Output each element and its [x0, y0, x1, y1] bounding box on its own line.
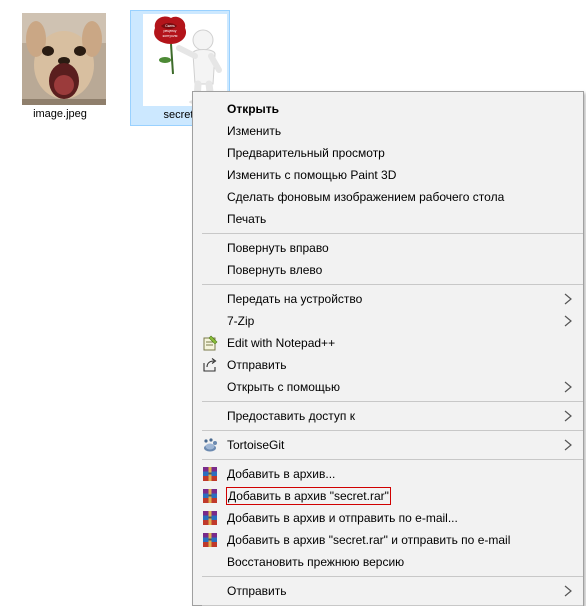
menu-item-label: Повернуть влево	[227, 263, 323, 277]
file-item-image-jpeg[interactable]: image.jpeg	[10, 10, 110, 126]
menu-item-add-to-secret-rar-and-email[interactable]: Добавить в архив "secret.rar" и отправит…	[193, 529, 583, 551]
menu-item-label: Изменить с помощью Paint 3D	[227, 168, 397, 182]
winrar-icon	[203, 533, 217, 547]
menu-item-label: Предварительный просмотр	[227, 146, 385, 160]
menu-item-open-with[interactable]: Открыть с помощью	[193, 376, 583, 398]
menu-separator	[202, 233, 583, 234]
menu-item-label: Добавить в архив "secret.rar" и отправит…	[227, 533, 511, 547]
winrar-icon	[203, 489, 217, 503]
menu-item-edit[interactable]: Изменить	[193, 120, 583, 142]
menu-item-open[interactable]: Открыть	[193, 98, 583, 120]
menu-item-label: Добавить в архив и отправить по e-mail..…	[227, 511, 458, 525]
svg-text:Скинь: Скинь	[165, 24, 175, 28]
chevron-right-icon	[564, 585, 572, 597]
image-thumbnail	[22, 13, 106, 105]
menu-item-label: Восстановить прежнюю версию	[227, 555, 405, 569]
menu-item-add-to-archive-and-email[interactable]: Добавить в архив и отправить по e-mail..…	[193, 507, 583, 529]
notepad-plus-plus-icon	[203, 335, 218, 351]
menu-item-label: Изменить	[227, 124, 282, 138]
menu-item-7zip[interactable]: 7-Zip	[193, 310, 583, 332]
menu-item-tortoisegit[interactable]: TortoiseGit	[193, 434, 583, 456]
menu-separator	[202, 401, 583, 402]
menu-separator	[202, 430, 583, 431]
tortoisegit-icon	[204, 438, 217, 452]
menu-item-cast-to-device[interactable]: Передать на устройство	[193, 288, 583, 310]
file-name: image.jpeg	[33, 108, 87, 120]
menu-separator	[202, 459, 583, 460]
menu-item-label: Добавить в архив "secret.rar"	[226, 487, 391, 505]
menu-item-rotate-right[interactable]: Повернуть вправо	[193, 237, 583, 259]
chevron-right-icon	[564, 410, 572, 422]
menu-item-share[interactable]: Отправить	[193, 354, 583, 376]
menu-item-label: Добавить в архив...	[227, 467, 336, 481]
menu-item-add-to-archive[interactable]: Добавить в архив...	[193, 463, 583, 485]
menu-item-print[interactable]: Печать	[193, 208, 583, 230]
menu-item-label: 7-Zip	[227, 314, 255, 328]
chevron-right-icon	[564, 293, 572, 305]
menu-item-label: Передать на устройство	[227, 292, 363, 306]
menu-separator	[202, 284, 583, 285]
menu-item-set-wallpaper[interactable]: Сделать фоновым изображением рабочего ст…	[193, 186, 583, 208]
svg-text:реценку: реценку	[163, 29, 176, 33]
svg-text:контроля: контроля	[163, 34, 178, 38]
winrar-icon	[203, 511, 217, 525]
chevron-right-icon	[564, 439, 572, 451]
menu-item-label: Сделать фоновым изображением рабочего ст…	[227, 190, 505, 204]
menu-item-restore-previous-version[interactable]: Восстановить прежнюю версию	[193, 551, 583, 573]
menu-item-preview[interactable]: Предварительный просмотр	[193, 142, 583, 164]
menu-item-label: Открыть с помощью	[227, 380, 341, 394]
menu-item-label: Отправить	[227, 584, 287, 598]
menu-item-give-access[interactable]: Предоставить доступ к	[193, 405, 583, 427]
menu-separator	[202, 576, 583, 577]
menu-item-add-to-secret-rar[interactable]: Добавить в архив "secret.rar"	[193, 485, 583, 507]
menu-item-label: Отправить	[227, 358, 287, 372]
menu-item-label: Печать	[227, 212, 267, 226]
chevron-right-icon	[564, 381, 572, 393]
menu-item-label: Открыть	[227, 102, 280, 116]
menu-item-edit-paint3d[interactable]: Изменить с помощью Paint 3D	[193, 164, 583, 186]
menu-item-label: Повернуть вправо	[227, 241, 329, 255]
menu-item-label: Предоставить доступ к	[227, 409, 355, 423]
menu-item-label: TortoiseGit	[227, 438, 285, 452]
winrar-icon	[203, 467, 217, 481]
context-menu: Открыть Изменить Предварительный просмот…	[192, 91, 584, 606]
menu-item-label: Edit with Notepad++	[227, 336, 336, 350]
menu-item-rotate-left[interactable]: Повернуть влево	[193, 259, 583, 281]
menu-item-edit-notepadpp[interactable]: Edit with Notepad++	[193, 332, 583, 354]
share-icon	[203, 358, 217, 372]
menu-item-send-to[interactable]: Отправить	[193, 580, 583, 602]
chevron-right-icon	[564, 315, 572, 327]
